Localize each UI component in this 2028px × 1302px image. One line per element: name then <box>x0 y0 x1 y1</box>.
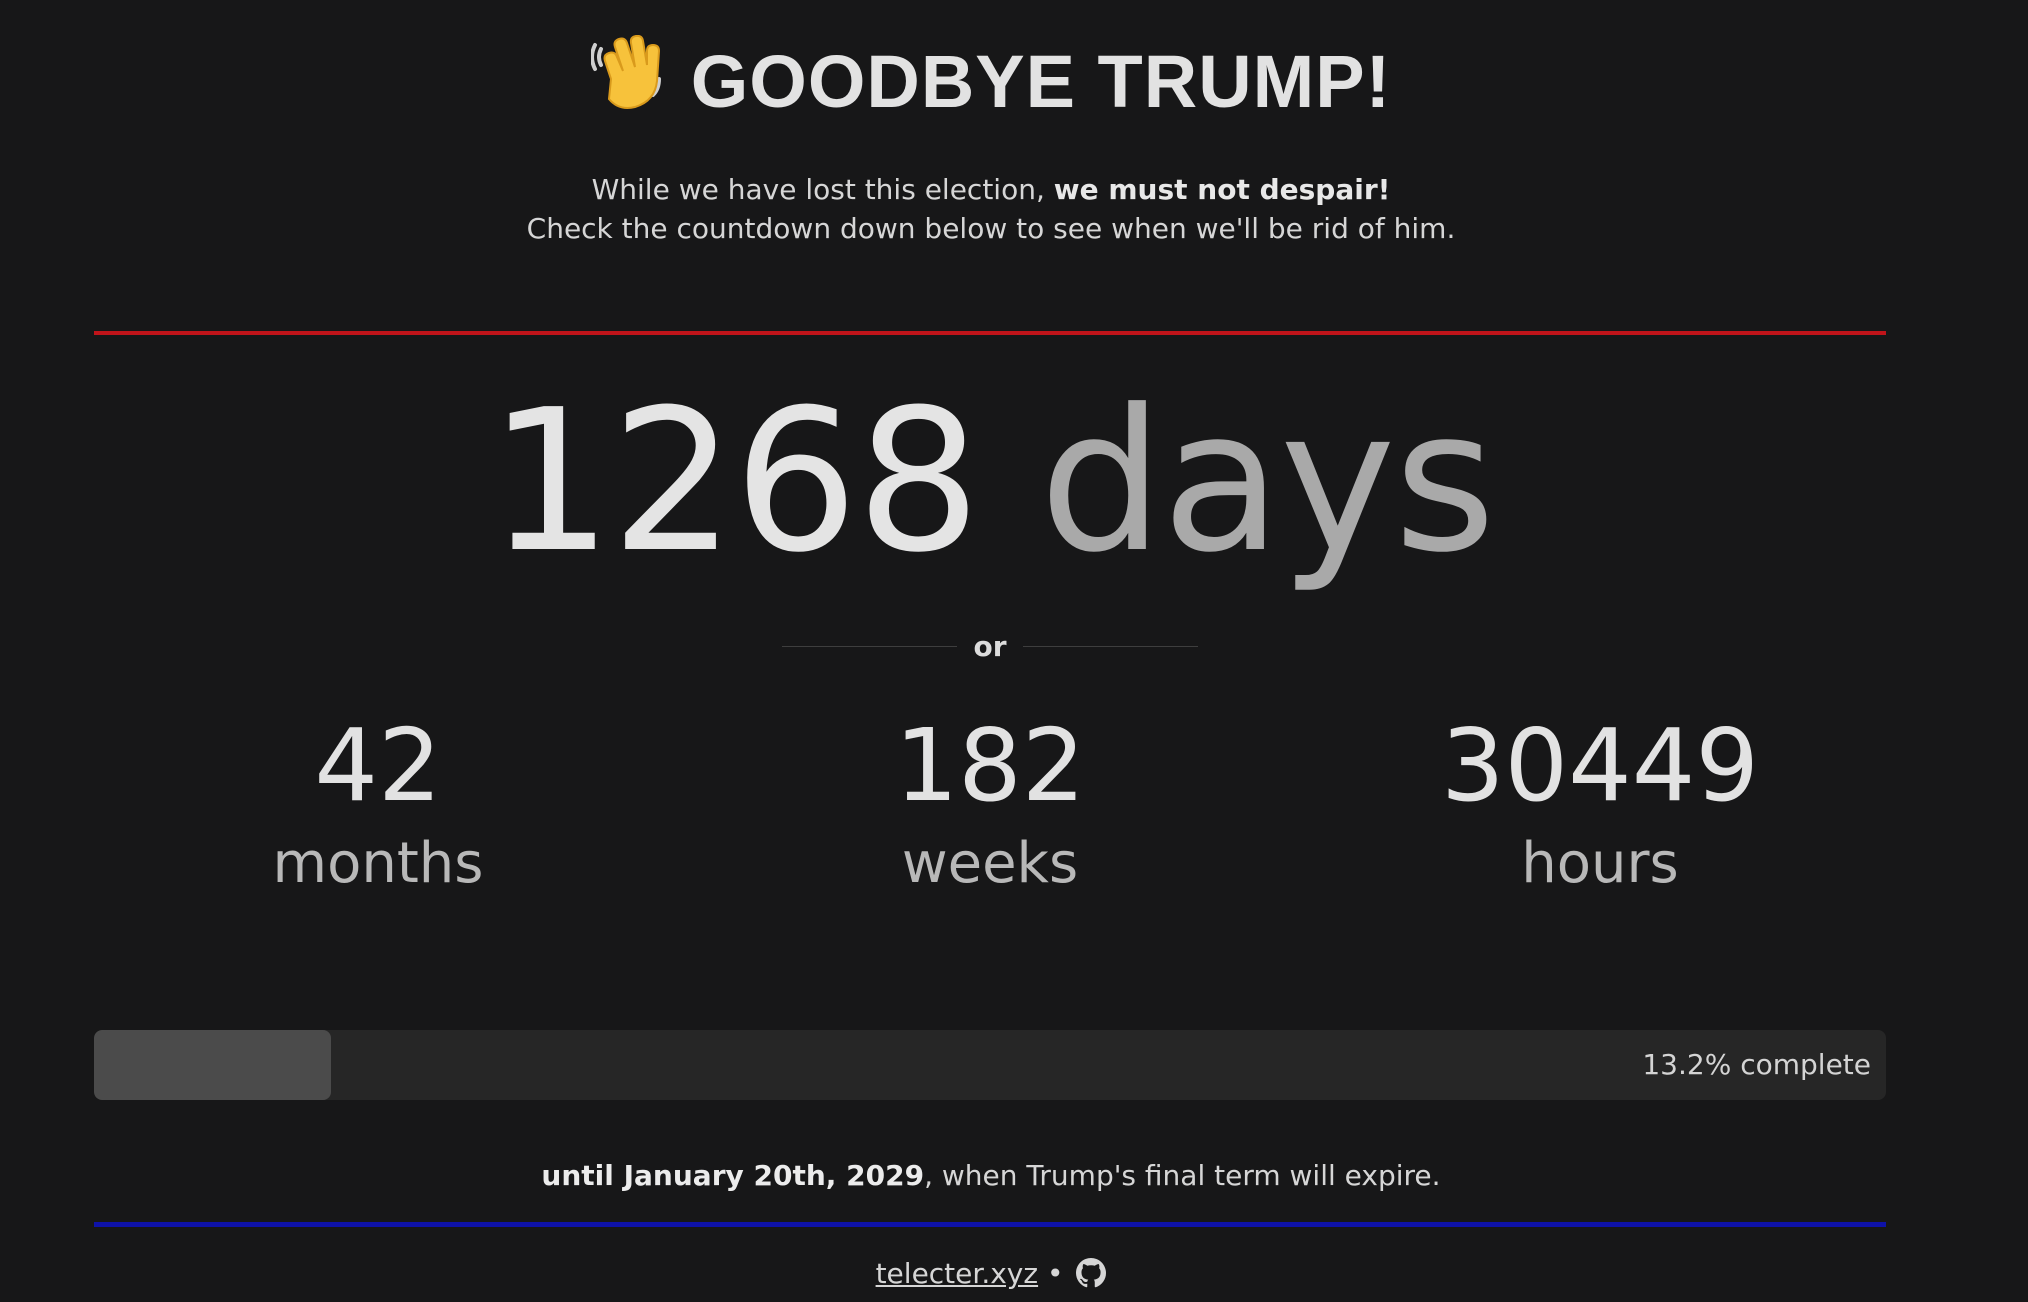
months-value: 42 <box>314 707 442 824</box>
or-text: or <box>973 629 1007 663</box>
weeks-stat: 182 weeks <box>790 706 1190 902</box>
waving-hand-icon <box>590 35 665 113</box>
weeks-label: weeks <box>901 831 1079 896</box>
intro-line-1: While we have lost this election, we mus… <box>0 170 1982 209</box>
github-icon[interactable] <box>1076 1258 1107 1299</box>
hours-value: 30449 <box>1440 707 1760 824</box>
days-countdown: 1268 days <box>0 372 1982 592</box>
or-line-left <box>782 645 958 647</box>
intro-line-1-prefix: While we have lost this election, <box>591 173 1054 206</box>
intro-line-2: Check the countdown down below to see wh… <box>526 212 1456 245</box>
intro-line-1-bold: we must not despair! <box>1053 173 1391 206</box>
hours-label: hours <box>1521 831 1679 896</box>
or-separator: or <box>782 626 1199 666</box>
footer-link[interactable]: telecter.xyz <box>876 1257 1039 1290</box>
hours-stat: 30449 hours <box>1400 706 1800 902</box>
until-date: until January 20th, 2029 <box>541 1159 925 1192</box>
weeks-value: 182 <box>894 707 1086 824</box>
top-divider <box>94 331 1886 335</box>
until-text: until January 20th, 2029, when Trump's f… <box>0 1156 1982 1196</box>
page-title: GOODBYE TRUMP! <box>0 34 1982 130</box>
intro-text: While we have lost this election, we mus… <box>0 170 1982 248</box>
days-unit: days <box>1039 368 1496 596</box>
page-title-text: GOODBYE TRUMP! <box>690 40 1392 123</box>
months-label: months <box>272 831 484 896</box>
footer: telecter.xyz • <box>0 1254 1982 1299</box>
or-line-right <box>1022 645 1199 647</box>
footer-separator: • <box>1046 1257 1064 1290</box>
progress-label: 13.2% complete <box>1642 1048 1871 1081</box>
bottom-divider <box>94 1222 1886 1227</box>
until-rest: , when Trump's final term will expire. <box>924 1159 1441 1192</box>
progress-bar: 13.2% complete <box>94 1030 1886 1100</box>
progress-fill <box>94 1030 331 1100</box>
days-value: 1268 <box>488 368 981 596</box>
months-stat: 42 months <box>178 706 578 902</box>
page: GOODBYE TRUMP! While we have lost this e… <box>0 0 2028 1302</box>
